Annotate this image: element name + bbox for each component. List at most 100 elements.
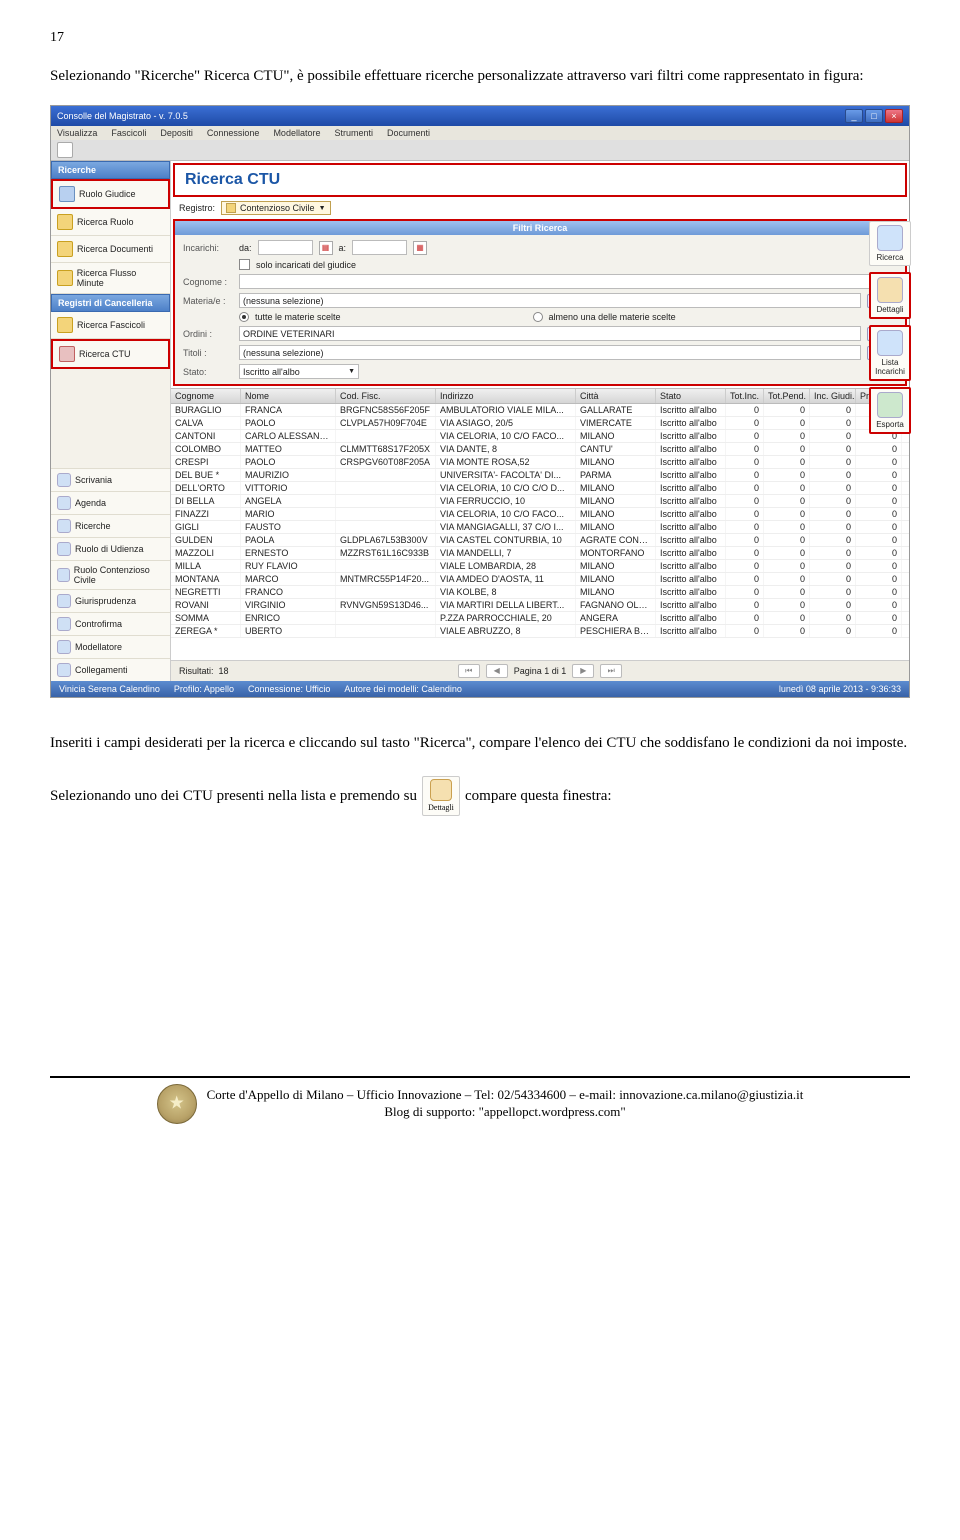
nav-item[interactable]: Scrivania: [51, 468, 170, 491]
cell: 0: [810, 521, 856, 533]
nav-item[interactable]: Collegamenti: [51, 658, 170, 681]
cell: CLMMTT68S17F205X: [336, 443, 436, 455]
table-row[interactable]: MILLARUY FLAVIOVIALE LOMBARDIA, 28MILANO…: [171, 560, 909, 573]
cell: 0: [810, 625, 856, 637]
column-header[interactable]: Nome: [241, 389, 336, 403]
sidebar-item[interactable]: Ricerca CTU: [51, 339, 170, 369]
solo-checkbox[interactable]: [239, 259, 250, 270]
cell: DI BELLA: [171, 495, 241, 507]
table-row[interactable]: ZEREGA *UBERTOVIALE ABRUZZO, 8PESCHIERA …: [171, 625, 909, 638]
nav-item[interactable]: Ruolo Contenzioso Civile: [51, 560, 170, 589]
a-input[interactable]: [352, 240, 407, 255]
nav-item[interactable]: Giurisprudenza: [51, 589, 170, 612]
table-row[interactable]: GIGLIFAUSTOVIA MANGIAGALLI, 37 C/O I...M…: [171, 521, 909, 534]
sidebar-item[interactable]: Ruolo Giudice: [51, 179, 170, 209]
person-icon: [430, 779, 452, 801]
pager-first[interactable]: ⏮: [458, 664, 480, 678]
cell: 0: [764, 508, 810, 520]
table-row[interactable]: DELL'ORTOVITTORIOVIA CELORIA, 10 C/O C/O…: [171, 482, 909, 495]
cell: VIA KOLBE, 8: [436, 586, 576, 598]
ordini-select[interactable]: ORDINE VETERINARI: [239, 326, 861, 341]
pager-last[interactable]: ⏭: [600, 664, 622, 678]
sidebar-item[interactable]: Ricerca Ruolo: [51, 209, 170, 236]
cell: MILANO: [576, 456, 656, 468]
table-row[interactable]: COLOMBOMATTEOCLMMTT68S17F205XVIA DANTE, …: [171, 443, 909, 456]
nav-item[interactable]: Controfirma: [51, 612, 170, 635]
sidebar-item[interactable]: Ricerca Flusso Minute: [51, 263, 170, 294]
column-header[interactable]: Tot.Pend.: [764, 389, 810, 403]
table-row[interactable]: NEGRETTIFRANCOVIA KOLBE, 8MILANOIscritto…: [171, 586, 909, 599]
column-header[interactable]: Città: [576, 389, 656, 403]
filter-box: Filtri Ricerca Incarichi: da: ▦ a: ▦ sol…: [173, 219, 907, 386]
registro-combo[interactable]: Contenzioso Civile▼: [221, 201, 330, 215]
column-header[interactable]: Cod. Fisc.: [336, 389, 436, 403]
column-header[interactable]: Cognome: [171, 389, 241, 403]
tool-dettagli[interactable]: Dettagli: [869, 272, 911, 319]
table-row[interactable]: MONTANAMARCOMNTMRC55P14F20...VIA AMDEO D…: [171, 573, 909, 586]
table-row[interactable]: MAZZOLIERNESTOMZZRST61L16C933BVIA MANDEL…: [171, 547, 909, 560]
cell: 0: [810, 443, 856, 455]
pager-prev[interactable]: ◀: [486, 664, 508, 678]
table-row[interactable]: BURAGLIOFRANCABRGFNC58S56F205FAMBULATORI…: [171, 404, 909, 417]
folder-icon: [59, 186, 75, 202]
nav-item[interactable]: Agenda: [51, 491, 170, 514]
nav-icon: [57, 594, 71, 608]
column-header[interactable]: Indirizzo: [436, 389, 576, 403]
tool-lista-incarichi[interactable]: Lista Incarichi: [869, 325, 911, 381]
cell: VIA CELORIA, 10 C/O FACO...: [436, 430, 576, 442]
da-input[interactable]: [258, 240, 313, 255]
table-row[interactable]: DI BELLAANGELAVIA FERRUCCIO, 10MILANOIsc…: [171, 495, 909, 508]
table-row[interactable]: CALVAPAOLOCLVPLA57H09F704EVIA ASIAGO, 20…: [171, 417, 909, 430]
calendar-icon[interactable]: ▦: [319, 241, 333, 255]
materiale-select[interactable]: (nessuna selezione): [239, 293, 861, 308]
almeno-radio[interactable]: [533, 312, 543, 322]
table-row[interactable]: CRESPIPAOLOCRSPGV60T08F205AVIA MONTE ROS…: [171, 456, 909, 469]
main-panel: Ricerca CTU Registro: Contenzioso Civile…: [171, 161, 909, 681]
column-header[interactable]: Tot.Inc.: [726, 389, 764, 403]
cell: BRGFNC58S56F205F: [336, 404, 436, 416]
nav-item[interactable]: Ruolo di Udienza: [51, 537, 170, 560]
cell: 0: [810, 430, 856, 442]
stato-select[interactable]: Iscritto all'albo▼: [239, 364, 359, 379]
nav-item[interactable]: Ricerche: [51, 514, 170, 537]
calendar-icon[interactable]: ▦: [413, 241, 427, 255]
cell: DEL BUE *: [171, 469, 241, 481]
column-header[interactable]: Stato: [656, 389, 726, 403]
table-row[interactable]: ROVANIVIRGINIORVNVGN59S13D46...VIA MARTI…: [171, 599, 909, 612]
tool-ricerca[interactable]: Ricerca: [869, 221, 911, 266]
menu-depositi[interactable]: Depositi: [160, 128, 193, 138]
sidebar-item-label: Ruolo Giudice: [79, 189, 136, 199]
titoli-select[interactable]: (nessuna selezione): [239, 345, 861, 360]
table-row[interactable]: SOMMAENRICOP.ZZA PARROCCHIALE, 20ANGERAI…: [171, 612, 909, 625]
pager: Risultati: 18 ⏮ ◀ Pagina 1 di 1 ▶ ⏭: [171, 660, 909, 681]
sidebar-item[interactable]: Ricerca Documenti: [51, 236, 170, 263]
tutte-radio[interactable]: [239, 312, 249, 322]
menu-connessione[interactable]: Connessione: [207, 128, 260, 138]
table-row[interactable]: CANTONICARLO ALESSAND...VIA CELORIA, 10 …: [171, 430, 909, 443]
table-row[interactable]: DEL BUE *MAURIZIOUNIVERSITA'- FACOLTA' D…: [171, 469, 909, 482]
cell: VIA MANGIAGALLI, 37 C/O I...: [436, 521, 576, 533]
sidebar-item[interactable]: Ricerca Fascicoli: [51, 312, 170, 339]
toolbar-icon[interactable]: [57, 142, 73, 158]
cognome-label: Cognome :: [183, 277, 233, 287]
tool-label: Lista Incarichi: [874, 358, 906, 376]
cognome-input[interactable]: [239, 274, 897, 289]
column-header[interactable]: Inc. Giudi...: [810, 389, 856, 403]
minimize-button[interactable]: _: [845, 109, 863, 123]
table-row[interactable]: FINAZZIMARIOVIA CELORIA, 10 C/O FACO...M…: [171, 508, 909, 521]
close-button[interactable]: ×: [885, 109, 903, 123]
nav-item[interactable]: Modellatore: [51, 635, 170, 658]
menu-modellatore[interactable]: Modellatore: [273, 128, 320, 138]
cell: FAUSTO: [241, 521, 336, 533]
menu-visualizza[interactable]: Visualizza: [57, 128, 97, 138]
pager-next[interactable]: ▶: [572, 664, 594, 678]
table-row[interactable]: GULDENPAOLAGLDPLA67L53B300VVIA CASTEL CO…: [171, 534, 909, 547]
person-icon: [877, 277, 903, 303]
menu-documenti[interactable]: Documenti: [387, 128, 430, 138]
menu-fascicoli[interactable]: Fascicoli: [111, 128, 146, 138]
cell: 0: [856, 534, 902, 546]
cell: VIA CASTEL CONTURBIA, 10: [436, 534, 576, 546]
maximize-button[interactable]: □: [865, 109, 883, 123]
menu-strumenti[interactable]: Strumenti: [334, 128, 373, 138]
tool-esporta[interactable]: Esporta: [869, 387, 911, 434]
